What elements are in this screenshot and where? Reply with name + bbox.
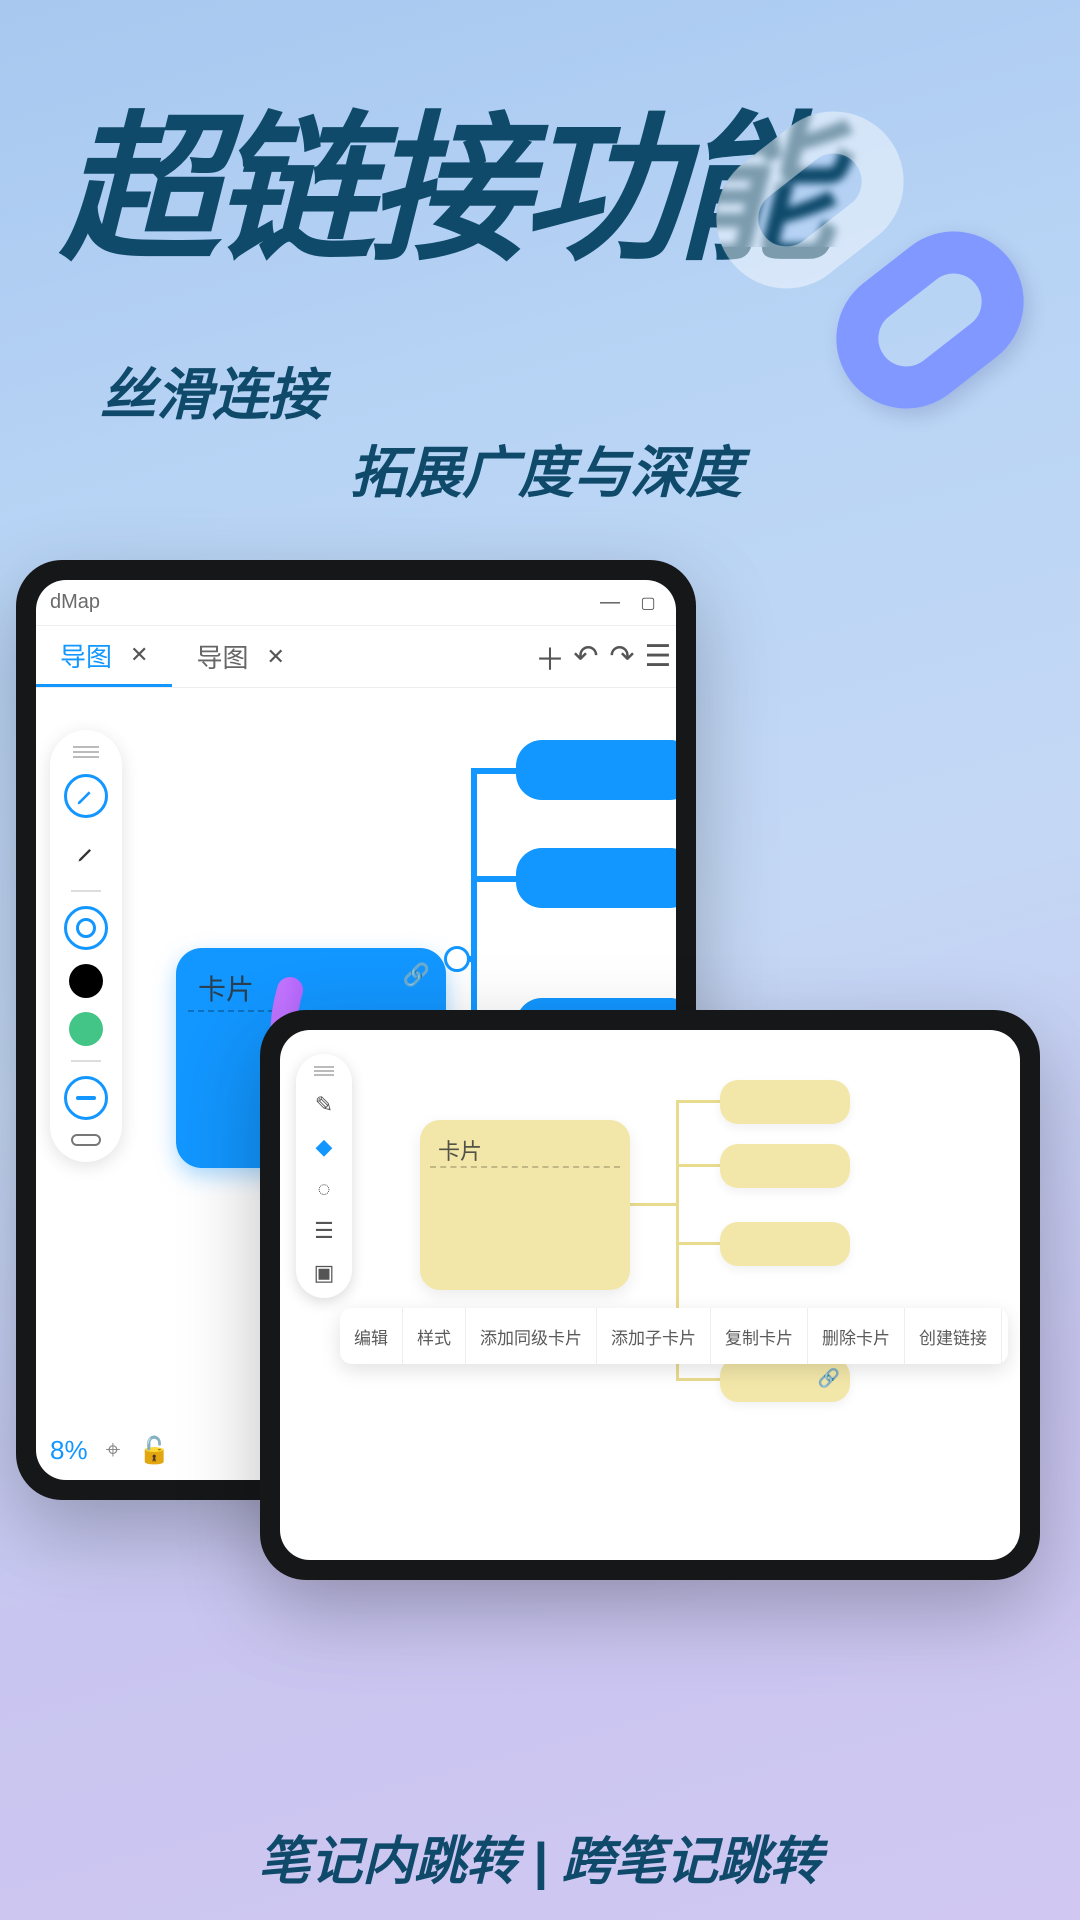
connector-line [676,1100,726,1103]
tablet-2: ✎ ◆ ◌ ☰ ▣ 卡片 🔗 编辑 样式 添加同级卡片 添加子卡片 复制卡片 删… [260,1010,1040,1580]
window-titlebar: dMap ― ▢ [36,580,676,626]
eraser-tool[interactable]: ◆ [316,1134,333,1160]
mini-tool-palette[interactable]: ✎ ◆ ◌ ☰ ▣ [296,1054,352,1298]
link-icon[interactable]: 🔗 [403,962,430,988]
ctx-add-sibling[interactable]: 添加同级卡片 [466,1308,597,1364]
outline-icon[interactable]: ☰ [640,639,676,674]
maximize-icon[interactable]: ▢ [634,589,662,617]
pencil-tool[interactable]: ✎ [315,1092,333,1118]
context-toolbar: 编辑 样式 添加同级卡片 添加子卡片 复制卡片 删除卡片 创建链接 添加链接卡片… [340,1308,1008,1364]
mindmap-child-node[interactable] [720,1144,850,1188]
ctx-style[interactable]: 样式 [403,1308,466,1364]
ctx-edit[interactable]: 编辑 [340,1308,403,1364]
mindmap-child-node[interactable] [516,848,676,908]
tab-label: 导图 [196,638,248,675]
image-tool[interactable]: ▣ [314,1260,335,1286]
ctx-copy[interactable]: 复制卡片 [711,1308,808,1364]
hero-sub-2: 拓展广度与深度 [350,428,742,509]
ctx-delete[interactable]: 删除卡片 [808,1308,905,1364]
tab-1[interactable]: 导图 ✕ [36,626,172,687]
connector-line [676,1242,726,1245]
ctx-create-link[interactable]: 创建链接 [905,1308,1002,1364]
minimize-icon[interactable]: ― [596,589,624,617]
connector-line [630,1203,678,1206]
add-icon[interactable]: ＋ [532,635,568,679]
status-bar: 8% ⌖ 🔓 [50,1434,171,1466]
ctx-add-link[interactable]: 添加链接卡片 [1002,1308,1008,1364]
zoom-level[interactable]: 8% [50,1435,88,1466]
lasso-tool[interactable]: ◌ [317,1176,330,1202]
tab-2[interactable]: 导图 ✕ [172,626,308,687]
link-icon[interactable]: 🔗 [818,1368,840,1389]
redo-icon[interactable]: ↷ [604,639,640,674]
connector-joint-icon[interactable] [444,946,470,972]
close-icon[interactable]: ✕ [130,642,148,668]
close-icon[interactable]: ✕ [266,644,284,670]
app-name: dMap [50,591,100,614]
unlock-icon[interactable]: 🔓 [138,1435,170,1466]
card-divider [430,1166,620,1168]
card-label: 卡片 [198,968,254,1008]
mindmap-child-node[interactable] [720,1222,850,1266]
chain-link-icon [710,130,1030,390]
locate-icon[interactable]: ⌖ [106,1434,121,1466]
tab-strip: 导图 ✕ 导图 ✕ ＋ ↶ ↷ ☰ [36,626,676,688]
tag-tool[interactable]: ☰ [314,1218,334,1244]
drag-handle-icon[interactable] [314,1066,334,1076]
ctx-add-child[interactable]: 添加子卡片 [597,1308,711,1364]
undo-icon[interactable]: ↶ [568,639,604,674]
footer-caption: 笔记内跳转 | 跨笔记跳转 [0,1819,1080,1894]
connector-line [676,1378,726,1381]
hero-sub-1: 丝滑连接 [100,350,324,431]
mindmap-child-node[interactable]: 🔗 [720,1358,850,1402]
mindmap-child-node[interactable] [720,1080,850,1124]
mindmap-child-node[interactable] [516,740,676,800]
mindmap-root-card[interactable]: 卡片 [420,1120,630,1290]
tab-label: 导图 [60,637,112,674]
connector-line [676,1164,726,1167]
card-label: 卡片 [438,1134,482,1166]
